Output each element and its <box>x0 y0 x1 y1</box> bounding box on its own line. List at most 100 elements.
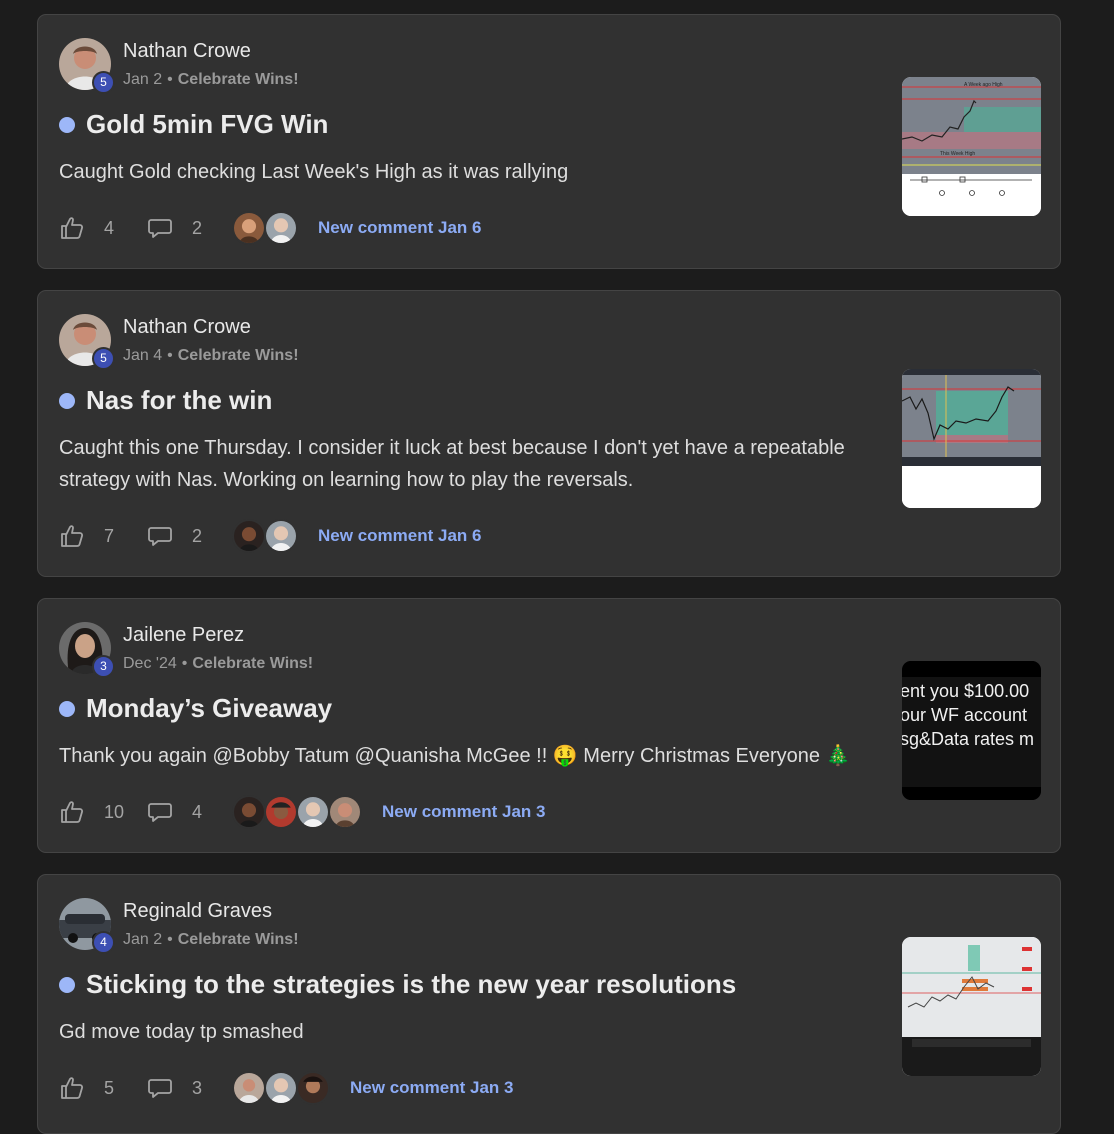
comment-button[interactable]: 3 <box>147 1075 202 1101</box>
level-badge: 5 <box>92 71 115 94</box>
comment-bubble-icon <box>147 523 173 549</box>
post-feed: 5 Nathan Crowe Jan 2 • Celebrate Wins! Gol… <box>0 0 1114 1134</box>
meta-separator: • <box>167 931 173 948</box>
post-meta: Jan 2 • Celebrate Wins! <box>123 931 299 949</box>
like-button[interactable]: 10 <box>59 799 147 825</box>
post-body: Caught Gold checking Last Week's High as… <box>59 161 569 183</box>
like-count: 4 <box>104 217 115 238</box>
screenshot-thumbnail: ent you $100.00 our WF account sg&Data r… <box>902 661 1041 800</box>
comment-count: 2 <box>192 525 203 546</box>
chart-thumbnail-image <box>902 937 1041 1076</box>
author-name[interactable]: Reginald Graves <box>123 900 272 923</box>
post-title-row[interactable]: Gold 5min FVG Win <box>59 109 328 140</box>
post-category[interactable]: Celebrate Wins! <box>178 71 299 88</box>
author-name[interactable]: Nathan Crowe <box>123 40 251 63</box>
screenshot-text-line: sg&Data rates m <box>902 729 1035 749</box>
post-thumbnail[interactable]: A Week ago High This Week High <box>902 77 1041 216</box>
post-date: Dec '24 <box>123 655 177 672</box>
meta-separator: • <box>167 71 173 88</box>
new-comment-link[interactable]: New comment Jan 6 <box>318 526 481 546</box>
post-meta: Jan 2 • Celebrate Wins! <box>123 71 299 89</box>
post-category[interactable]: Celebrate Wins! <box>192 655 313 672</box>
avatar[interactable]: 5 <box>59 38 115 94</box>
avatar[interactable]: 5 <box>59 314 115 370</box>
post-card[interactable]: 5 Nathan Crowe Jan 4 • Celebrate Wins! Nas… <box>37 290 1061 577</box>
like-count: 5 <box>104 1077 115 1098</box>
comment-bubble-icon <box>147 799 173 825</box>
post-actions: 7 2 New comment Jan 6 <box>59 518 481 554</box>
comment-button[interactable]: 2 <box>147 523 202 549</box>
post-title[interactable]: Nas for the win <box>86 385 272 416</box>
post-meta: Dec '24 • Celebrate Wins! <box>123 655 313 673</box>
post-thumbnail[interactable] <box>902 937 1041 1076</box>
post-meta: Jan 4 • Celebrate Wins! <box>123 347 299 365</box>
post-title-row[interactable]: Sticking to the strategies is the new ye… <box>59 969 736 1000</box>
commenter-avatar <box>264 795 299 829</box>
post-thumbnail[interactable] <box>902 369 1041 508</box>
meta-separator: • <box>167 347 173 364</box>
author-name[interactable]: Jailene Perez <box>123 624 244 647</box>
post-body: Caught this one Thursday. I consider it … <box>59 437 845 491</box>
commenter-avatar <box>328 795 363 829</box>
meta-separator: • <box>181 655 188 672</box>
thumbs-up-icon <box>59 1075 85 1101</box>
like-button[interactable]: 7 <box>59 523 147 549</box>
new-comment-link[interactable]: New comment Jan 6 <box>318 218 481 238</box>
post-category[interactable]: Celebrate Wins! <box>178 931 299 948</box>
post-title[interactable]: Gold 5min FVG Win <box>86 109 328 140</box>
comment-count: 4 <box>192 801 203 822</box>
commenter-avatar <box>232 1071 267 1105</box>
post-date: Jan 2 <box>123 71 163 88</box>
comment-bubble-icon <box>147 1075 173 1101</box>
commenter-avatar <box>232 519 267 553</box>
unread-dot-icon <box>59 392 75 409</box>
post-title[interactable]: Sticking to the strategies is the new ye… <box>86 969 736 1000</box>
post-title[interactable]: Monday’s Giveaway <box>86 693 332 724</box>
post-card[interactable]: 4 Reginald Graves Jan 2 • Celebrate Wins! … <box>37 874 1061 1134</box>
comment-button[interactable]: 2 <box>147 215 202 241</box>
commenter-avatar <box>296 1071 331 1105</box>
post-category[interactable]: Celebrate Wins! <box>178 347 299 364</box>
commenter-avatar <box>232 795 267 829</box>
commenter-avatar <box>264 211 299 245</box>
unread-dot-icon <box>59 700 75 717</box>
commenter-avatars[interactable] <box>232 519 299 553</box>
post-date: Jan 4 <box>123 347 163 364</box>
post-title-row[interactable]: Monday’s Giveaway <box>59 693 332 724</box>
like-button[interactable]: 4 <box>59 215 147 241</box>
new-comment-link[interactable]: New comment Jan 3 <box>350 1078 513 1098</box>
commenter-avatar <box>264 1071 299 1105</box>
post-title-row[interactable]: Nas for the win <box>59 385 272 416</box>
post-thumbnail[interactable]: ent you $100.00 our WF account sg&Data r… <box>902 661 1041 800</box>
chart-thumbnail-image: A Week ago High This Week High <box>902 77 1041 216</box>
level-badge: 5 <box>92 347 115 370</box>
avatar[interactable]: 3 <box>59 622 115 678</box>
chart-thumbnail-image <box>902 369 1041 508</box>
post-card[interactable]: 3 Jailene Perez Dec '24 • Celebrate Wins! … <box>37 598 1061 853</box>
thumbs-up-icon <box>59 215 85 241</box>
post-body: Thank you again @Bobby Tatum @Quanisha M… <box>59 745 851 767</box>
comment-bubble-icon <box>147 215 173 241</box>
new-comment-link[interactable]: New comment Jan 3 <box>382 802 545 822</box>
like-count: 7 <box>104 525 115 546</box>
commenter-avatar <box>232 211 267 245</box>
commenter-avatars[interactable] <box>232 1071 331 1105</box>
post-card[interactable]: 5 Nathan Crowe Jan 2 • Celebrate Wins! Gol… <box>37 14 1061 269</box>
screenshot-text-line: our WF account <box>902 705 1028 725</box>
commenter-avatars[interactable] <box>232 795 363 829</box>
avatar[interactable]: 4 <box>59 898 115 954</box>
commenter-avatars[interactable] <box>232 211 299 245</box>
level-badge: 4 <box>92 931 115 954</box>
thumbs-up-icon <box>59 523 85 549</box>
post-body: Gd move today tp smashed <box>59 1021 304 1043</box>
author-name[interactable]: Nathan Crowe <box>123 316 251 339</box>
chart-label: This Week High <box>940 151 975 157</box>
comment-count: 2 <box>192 217 203 238</box>
like-count: 10 <box>104 801 125 822</box>
post-actions: 10 4 New comment Jan 3 <box>59 794 545 830</box>
unread-dot-icon <box>59 976 75 993</box>
thumbs-up-icon <box>59 799 85 825</box>
post-actions: 4 2 New comment Jan 6 <box>59 210 481 246</box>
like-button[interactable]: 5 <box>59 1075 147 1101</box>
comment-button[interactable]: 4 <box>147 799 202 825</box>
